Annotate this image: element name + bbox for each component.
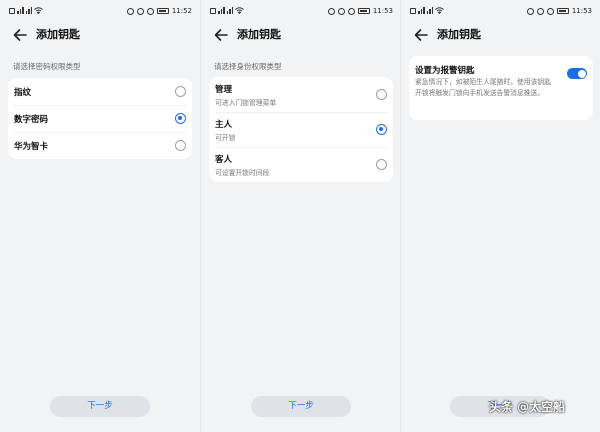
option-fingerprint[interactable]: 指纹: [8, 78, 192, 105]
identity-type-list: 管理 可进入门锁管理菜单 主人 可开锁 客人 可设置开锁时间段: [209, 77, 393, 182]
wifi-icon: [435, 7, 444, 14]
alarm-key-toggle[interactable]: [567, 68, 587, 79]
app-bar: 添加钥匙: [0, 22, 200, 48]
radio-button[interactable]: [376, 159, 387, 170]
radio-button-selected[interactable]: [175, 113, 186, 124]
next-button[interactable]: 下一步: [50, 396, 150, 417]
signal-icon: [17, 7, 24, 14]
next-button[interactable]: 下一步: [251, 396, 351, 417]
option-label: 管理: [215, 85, 233, 95]
battery-icon: [156, 8, 169, 14]
nfc-icon: [526, 7, 534, 15]
alarm-key-description: 紧急情况下，如被陌生人尾随时，使用该钥匙开锁将触发门锁向手机发送告警消息推送。: [415, 78, 551, 97]
option-description: 可开锁: [215, 134, 236, 142]
radio-button-selected[interactable]: [376, 124, 387, 135]
nfc-icon: [327, 7, 335, 15]
eye-icon: [136, 7, 144, 15]
radio-button[interactable]: [376, 89, 387, 100]
screen-alarm-key: 11:53 添加钥匙 设置为报警钥匙 紧急情况下，如被陌生人尾随时，使用该钥匙开…: [401, 0, 600, 432]
back-arrow-icon[interactable]: [213, 27, 229, 43]
battery-icon: [357, 8, 370, 14]
option-description: 可进入门锁管理菜单: [215, 99, 277, 107]
option-label: 华为智卡: [14, 142, 49, 152]
option-huawei-smart-card[interactable]: 华为智卡: [8, 132, 192, 159]
screen-identity-type: 11:53 添加钥匙 请选择身份权限类型 管理 可进入门锁管理菜单 主人 可开锁…: [201, 0, 401, 432]
alarm-icon: [347, 7, 355, 15]
sim-icon: [9, 7, 15, 14]
status-time: 11:52: [171, 7, 192, 15]
option-guest[interactable]: 客人 可设置开锁时间段: [209, 147, 393, 182]
radio-button[interactable]: [175, 140, 186, 151]
option-numeric-password[interactable]: 数字密码: [8, 105, 192, 132]
page-title: 添加钥匙: [237, 28, 281, 41]
status-bar: 11:52: [0, 0, 200, 22]
page-title: 添加钥匙: [36, 28, 80, 41]
option-owner[interactable]: 主人 可开锁: [209, 112, 393, 147]
alarm-key-card: 设置为报警钥匙 紧急情况下，如被陌生人尾随时，使用该钥匙开锁将触发门锁向手机发送…: [409, 56, 593, 120]
status-bar: 11:53: [401, 0, 600, 22]
sim-icon: [410, 7, 416, 14]
option-admin[interactable]: 管理 可进入门锁管理菜单: [209, 77, 393, 112]
eye-icon: [536, 7, 544, 15]
back-arrow-icon[interactable]: [413, 27, 429, 43]
section-label: 请选择密码权限类型: [13, 62, 81, 71]
signal-icon: [226, 7, 233, 14]
battery-icon: [556, 8, 569, 14]
back-arrow-icon[interactable]: [12, 27, 28, 43]
status-bar: 11:53: [201, 0, 401, 22]
eye-icon: [337, 7, 345, 15]
signal-icon: [25, 7, 32, 14]
option-label: 指纹: [14, 88, 32, 98]
option-label: 客人: [215, 155, 233, 165]
status-time: 11:53: [571, 7, 592, 15]
app-bar: 添加钥匙: [401, 22, 600, 48]
sim-icon: [210, 7, 216, 14]
option-label: 主人: [215, 120, 233, 130]
alarm-icon: [146, 7, 154, 15]
section-label: 请选择身份权限类型: [214, 62, 282, 71]
watermark: 头条 @太空船: [489, 400, 566, 414]
alarm-key-title: 设置为报警钥匙: [415, 66, 475, 76]
option-label: 数字密码: [14, 115, 49, 125]
signal-icon: [218, 7, 225, 14]
signal-icon: [418, 7, 425, 14]
radio-button[interactable]: [175, 86, 186, 97]
wifi-icon: [34, 7, 43, 14]
nfc-icon: [126, 7, 134, 15]
password-type-list: 指纹 数字密码 华为智卡: [8, 78, 192, 159]
wifi-icon: [235, 7, 244, 14]
app-bar: 添加钥匙: [201, 22, 401, 48]
alarm-icon: [546, 7, 554, 15]
page-title: 添加钥匙: [437, 28, 481, 41]
status-time: 11:53: [372, 7, 393, 15]
signal-icon: [426, 7, 433, 14]
option-description: 可设置开锁时间段: [215, 169, 270, 177]
screen-password-type: 11:52 添加钥匙 请选择密码权限类型 指纹 数字密码 华为智卡 下一步: [0, 0, 200, 432]
